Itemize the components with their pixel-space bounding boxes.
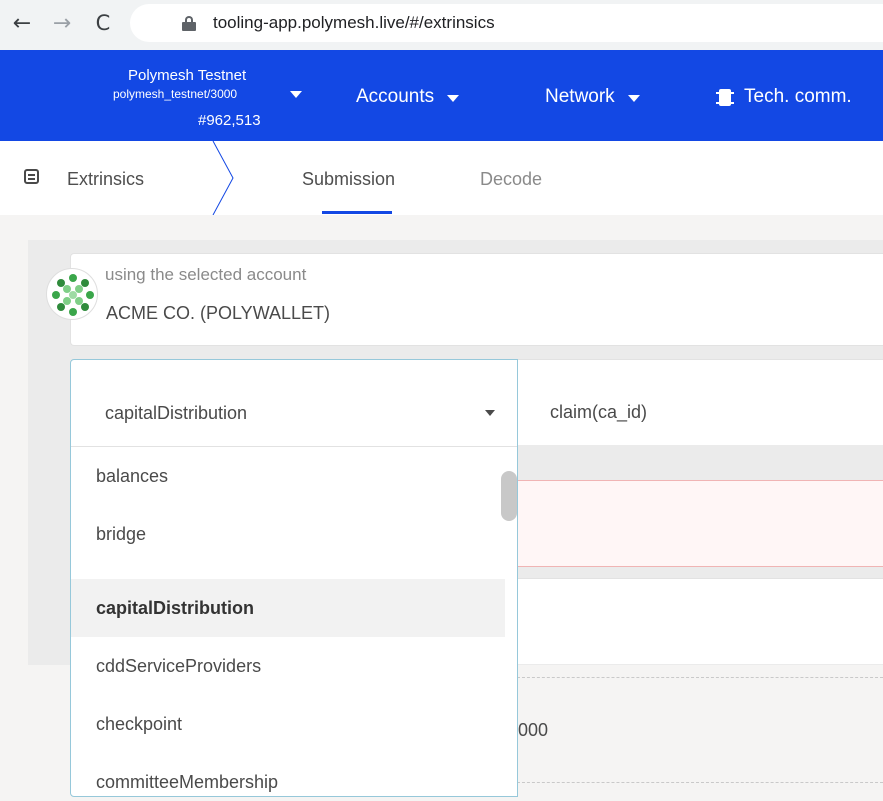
param-value: 000 bbox=[518, 720, 549, 740]
account-name[interactable]: ACME CO. (POLYWALLET) bbox=[106, 303, 330, 324]
chain-name[interactable]: Polymesh Testnet bbox=[128, 67, 246, 84]
menu-tech-comm[interactable]: Tech. comm. bbox=[716, 86, 852, 108]
back-arrow-icon[interactable]: ← bbox=[8, 8, 36, 38]
dropdown-option-committeemembership[interactable]: committeeMembership bbox=[71, 753, 505, 796]
url-text[interactable]: tooling-app.polymesh.live/#/extrinsics bbox=[213, 13, 495, 33]
tab-decode[interactable]: Decode bbox=[480, 169, 542, 190]
divider bbox=[517, 677, 883, 678]
method-select-value[interactable]: claim(ca_id) bbox=[550, 402, 647, 423]
module-dropdown-menu: balances bridge capitalDistribution cddS… bbox=[71, 446, 517, 796]
extrinsics-icon bbox=[24, 169, 39, 184]
page-title: Extrinsics bbox=[67, 169, 145, 189]
chain-spec[interactable]: polymesh_testnet/3000 bbox=[113, 87, 237, 101]
menu-tech-label: Tech. comm. bbox=[744, 86, 852, 107]
dropdown-caret-icon[interactable] bbox=[485, 410, 495, 416]
dropdown-option-capitaldistribution[interactable]: capitalDistribution bbox=[71, 579, 505, 637]
forward-arrow-icon[interactable]: → bbox=[48, 8, 76, 38]
browser-toolbar: ← → C tooling-app.polymesh.live/#/extrin… bbox=[0, 0, 883, 50]
menu-accounts[interactable]: Accounts bbox=[356, 86, 460, 108]
module-dropdown[interactable]: capitalDistribution balances bridge capi… bbox=[70, 359, 518, 797]
account-hint: using the selected account bbox=[105, 265, 307, 284]
param-field[interactable] bbox=[517, 578, 883, 664]
active-tab-indicator bbox=[322, 211, 392, 214]
chevron-down-icon bbox=[627, 94, 640, 102]
dropdown-option-checkpoint[interactable]: checkpoint bbox=[71, 695, 505, 753]
chip-icon bbox=[716, 88, 734, 106]
menu-network[interactable]: Network bbox=[545, 86, 640, 108]
identicon-avatar bbox=[46, 268, 98, 320]
tab-submission[interactable]: Submission bbox=[302, 169, 395, 190]
app-header: Polymesh Testnet polymesh_testnet/3000 #… bbox=[0, 50, 883, 141]
tabs-bar: Extrinsics Submission Decode bbox=[0, 141, 883, 215]
scrollbar-thumb[interactable] bbox=[501, 471, 517, 521]
lock-icon[interactable] bbox=[182, 16, 196, 31]
menu-accounts-label: Accounts bbox=[356, 86, 435, 107]
param-error-field[interactable] bbox=[517, 480, 883, 567]
block-number: #962,513 bbox=[198, 112, 261, 129]
breadcrumb-separator bbox=[212, 141, 234, 215]
dropdown-option-balances[interactable]: balances bbox=[71, 447, 505, 505]
dropdown-option-cddserviceproviders[interactable]: cddServiceProviders bbox=[71, 637, 505, 695]
address-bar[interactable]: tooling-app.polymesh.live/#/extrinsics bbox=[130, 4, 883, 42]
chevron-down-icon bbox=[447, 94, 460, 102]
divider bbox=[517, 782, 883, 783]
module-dropdown-value[interactable]: capitalDistribution bbox=[105, 403, 247, 424]
menu-network-label: Network bbox=[545, 86, 615, 107]
reload-icon[interactable]: C bbox=[89, 8, 117, 38]
identicon-icon bbox=[52, 274, 94, 316]
chevron-down-icon[interactable] bbox=[290, 91, 302, 98]
dropdown-option-bridge[interactable]: bridge bbox=[71, 505, 505, 563]
